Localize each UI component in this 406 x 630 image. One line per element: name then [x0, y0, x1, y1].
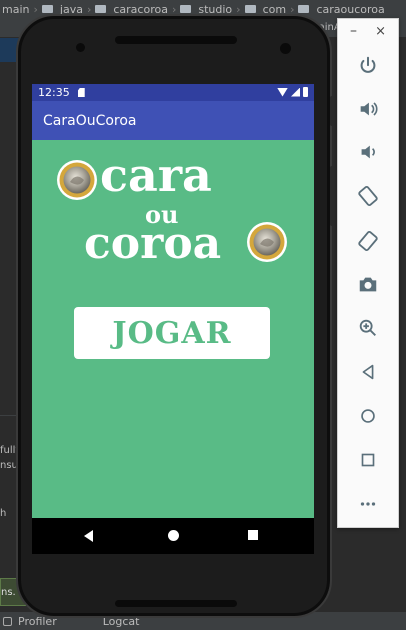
nav-back-icon[interactable] — [84, 530, 93, 542]
power-icon — [360, 56, 376, 73]
back-button[interactable] — [338, 357, 398, 387]
android-navbar — [32, 518, 314, 554]
zoom-button[interactable] — [338, 313, 398, 343]
rotate-left-icon — [358, 185, 378, 207]
sd-card-icon — [77, 88, 85, 97]
logo-coroa: coroa — [84, 218, 221, 269]
rotate-right-icon — [358, 230, 378, 252]
home-button[interactable] — [338, 401, 398, 431]
volume-up-icon — [360, 102, 378, 116]
close-button[interactable]: × — [375, 24, 386, 39]
coin-icon — [57, 160, 97, 200]
app-title: CaraOuCoroa — [43, 112, 137, 129]
screenshot-button[interactable] — [338, 269, 398, 299]
run-log-line: h — [0, 508, 7, 519]
device-screen[interactable]: 12:35 CaraOuCoroa cara ou coroa JOGAR — [32, 84, 314, 554]
cara-ou-coroa-logo: cara ou coroa — [57, 148, 287, 269]
play-button[interactable]: JOGAR — [74, 307, 270, 359]
android-statusbar: 12:35 — [32, 84, 314, 101]
battery-icon — [303, 87, 308, 97]
minimize-button[interactable]: – — [350, 23, 357, 39]
overview-icon — [361, 453, 375, 467]
back-icon — [362, 364, 374, 380]
status-time: 12:35 — [38, 86, 70, 99]
emulator-toolbar: – × — [337, 18, 399, 528]
folder-icon — [95, 5, 107, 13]
phone-speaker — [115, 36, 237, 44]
camera-icon — [359, 277, 377, 292]
volume-down-button[interactable] — [338, 137, 398, 167]
wifi-icon — [277, 87, 288, 97]
home-icon — [361, 409, 375, 423]
coin-icon — [247, 222, 287, 262]
nav-recents-icon[interactable] — [248, 530, 258, 540]
volume-down-icon — [361, 145, 375, 159]
profiler-icon — [3, 616, 12, 626]
phone-camera — [280, 43, 291, 54]
folder-icon — [41, 5, 53, 13]
breadcrumb-item[interactable]: main — [2, 3, 29, 16]
chevron-right-icon: › — [33, 2, 38, 16]
rotate-left-button[interactable] — [338, 181, 398, 211]
phone-side-button[interactable] — [330, 96, 335, 126]
phone-bottom-speaker — [115, 600, 237, 607]
app-toolbar: CaraOuCoroa — [32, 101, 314, 140]
folder-icon — [244, 5, 256, 13]
more-icon — [360, 502, 376, 506]
nav-home-icon[interactable] — [168, 530, 179, 541]
breadcrumb-item[interactable]: caraoucoroa — [316, 3, 384, 16]
rotate-right-button[interactable] — [338, 226, 398, 256]
folder-icon — [180, 5, 192, 13]
signal-icon — [291, 87, 300, 97]
folder-icon — [298, 5, 310, 13]
phone-sensor — [76, 43, 85, 52]
zoom-icon — [359, 319, 376, 336]
overview-button[interactable] — [338, 445, 398, 475]
phone-volume-button[interactable] — [330, 166, 335, 226]
power-button[interactable] — [338, 51, 398, 81]
logo-cara: cara — [100, 148, 212, 202]
volume-up-button[interactable] — [338, 94, 398, 124]
more-button[interactable] — [338, 489, 398, 519]
notification-text: ns. — [1, 587, 16, 598]
